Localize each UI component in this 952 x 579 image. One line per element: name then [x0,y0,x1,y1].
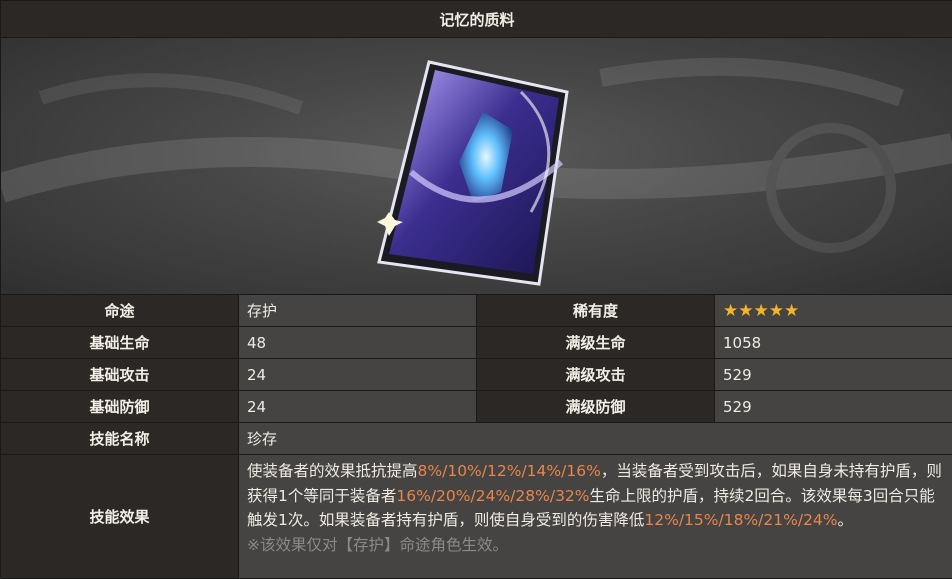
table-row: 基础攻击 24 满级攻击 529 [1,359,952,391]
skill-effect-label: 技能效果 [1,455,239,578]
max-hp-label: 满级生命 [477,327,715,358]
max-atk-value: 529 [715,359,952,390]
rarity-stars: ★★★★★ [715,295,952,326]
skill-name-value: 珍存 [239,423,952,454]
effect-note: ※该效果仅对【存护】命途角色生效。 [247,535,508,554]
card-title: 记忆的质料 [1,1,952,38]
effect-highlight: 12%/15%/18%/21%/24% [644,511,838,529]
stats-table: 命途 存护 稀有度 ★★★★★ 基础生命 48 满级生命 1058 基础攻击 2… [1,295,952,579]
table-row: 技能名称 珍存 [1,423,952,455]
effect-highlight: 8%/10%/12%/14%/16% [417,462,601,480]
table-row: 命途 存护 稀有度 ★★★★★ [1,295,952,327]
base-def-label: 基础防御 [1,391,239,422]
max-def-value: 529 [715,391,952,422]
lightcone-card: 记忆的质料 命途 存护 稀有度 ★★★★★ 基础生命 48 满级生命 1058 … [0,0,952,579]
base-hp-value: 48 [239,327,477,358]
max-atk-label: 满级攻击 [477,359,715,390]
base-atk-label: 基础攻击 [1,359,239,390]
max-def-label: 满级防御 [477,391,715,422]
table-row: 技能效果 使装备者的效果抵抗提高8%/10%/12%/14%/16%，当装备者受… [1,455,952,579]
effect-highlight: 16%/20%/24%/28%/32% [396,486,590,505]
base-atk-value: 24 [239,359,477,390]
effect-text: 。 [837,511,854,529]
rarity-label: 稀有度 [477,295,715,326]
table-row: 基础防御 24 满级防御 529 [1,391,952,423]
lightcone-artwork [377,60,569,286]
base-def-value: 24 [239,391,477,422]
path-label: 命途 [1,295,239,326]
skill-effect-text: 使装备者的效果抵抗提高8%/10%/12%/14%/16%，当装备者受到攻击后，… [239,455,952,578]
base-hp-label: 基础生命 [1,327,239,358]
effect-text: 使装备者的效果抵抗提高 [247,462,418,480]
max-hp-value: 1058 [715,327,952,358]
table-row: 基础生命 48 满级生命 1058 [1,327,952,359]
skill-name-label: 技能名称 [1,423,239,454]
lightcone-image-area [1,38,952,295]
path-value: 存护 [239,295,477,326]
